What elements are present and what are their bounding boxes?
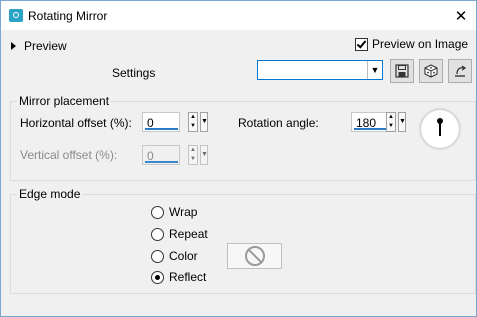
horizontal-offset-spinner[interactable]: ▲ ▼ <box>188 112 198 132</box>
settings-label: Settings <box>112 66 156 80</box>
edge-mode-title: Edge mode <box>17 187 83 201</box>
vertical-offset-dropdown: ▼ <box>200 145 208 165</box>
radio-selected-icon[interactable] <box>151 270 164 284</box>
edge-color-swatch <box>227 243 282 269</box>
spin-down-icon[interactable]: ▼ <box>387 122 395 131</box>
preview-label: Preview <box>24 39 67 53</box>
spin-down-icon[interactable]: ▼ <box>189 122 197 131</box>
preview-on-image-checkbox[interactable]: Preview on Image <box>355 37 468 51</box>
spin-up-icon: ▲ <box>190 147 196 153</box>
dialog-window: Rotating Mirror ✕ Preview Preview on Ima… <box>0 0 477 317</box>
window-title: Rotating Mirror <box>28 9 108 23</box>
reset-button[interactable] <box>448 59 472 83</box>
mirror-placement-title: Mirror placement <box>17 94 112 108</box>
spin-up-icon[interactable]: ▲ <box>189 113 197 122</box>
preview-on-image-label: Preview on Image <box>372 37 469 51</box>
edge-mode-color-radio[interactable]: Color <box>151 249 198 263</box>
radio-icon[interactable] <box>151 249 164 263</box>
edge-mode-reflect-radio[interactable]: Reflect <box>151 270 206 284</box>
radio-icon[interactable] <box>151 227 164 241</box>
spin-up-icon[interactable]: ▲ <box>387 113 395 122</box>
input-underline <box>145 128 178 130</box>
checkbox-checked-icon[interactable] <box>355 37 368 51</box>
mirror-placement-group: Mirror placement <box>10 94 476 181</box>
expand-arrow-icon <box>11 42 16 50</box>
no-color-icon <box>244 246 265 266</box>
horizontal-offset-input[interactable]: 0 <box>142 112 180 132</box>
rotation-angle-dial[interactable] <box>421 110 459 148</box>
vertical-offset-input: 0 <box>142 145 180 165</box>
input-underline <box>145 161 178 163</box>
input-underline <box>354 128 387 130</box>
reset-icon <box>455 65 467 77</box>
app-icon <box>9 9 23 22</box>
rotation-angle-input[interactable]: 180 <box>351 112 389 132</box>
dial-knob <box>437 118 443 124</box>
title-bar: Rotating Mirror ✕ <box>1 1 476 30</box>
radio-label: Reflect <box>169 270 207 284</box>
close-button[interactable]: ✕ <box>446 1 476 30</box>
vertical-offset-spinner: ▲ ▼ <box>188 145 198 165</box>
rotation-angle-spinner[interactable]: ▲ ▼ <box>386 112 396 132</box>
preview-toggle[interactable]: Preview <box>11 39 67 53</box>
edge-mode-repeat-radio[interactable]: Repeat <box>151 227 208 241</box>
radio-label: Repeat <box>169 227 208 241</box>
save-preset-button[interactable] <box>390 59 414 83</box>
settings-dropdown[interactable]: ▼ <box>257 60 383 80</box>
radio-label: Wrap <box>169 205 198 219</box>
vertical-offset-label: Vertical offset (%): <box>20 148 118 162</box>
horizontal-offset-dropdown[interactable]: ▼ <box>200 112 208 132</box>
dice-icon <box>424 64 438 78</box>
randomize-button[interactable] <box>419 59 443 83</box>
edge-mode-wrap-radio[interactable]: Wrap <box>151 205 197 219</box>
chevron-down-icon[interactable]: ▼ <box>367 61 382 79</box>
rotation-angle-label: Rotation angle: <box>238 116 319 130</box>
spin-down-icon: ▼ <box>190 156 196 162</box>
rotation-angle-dropdown[interactable]: ▼ <box>398 112 406 132</box>
radio-icon[interactable] <box>151 205 164 219</box>
horizontal-offset-label: Horizontal offset (%): <box>20 116 132 130</box>
radio-label: Color <box>169 249 198 263</box>
save-icon <box>395 64 409 78</box>
